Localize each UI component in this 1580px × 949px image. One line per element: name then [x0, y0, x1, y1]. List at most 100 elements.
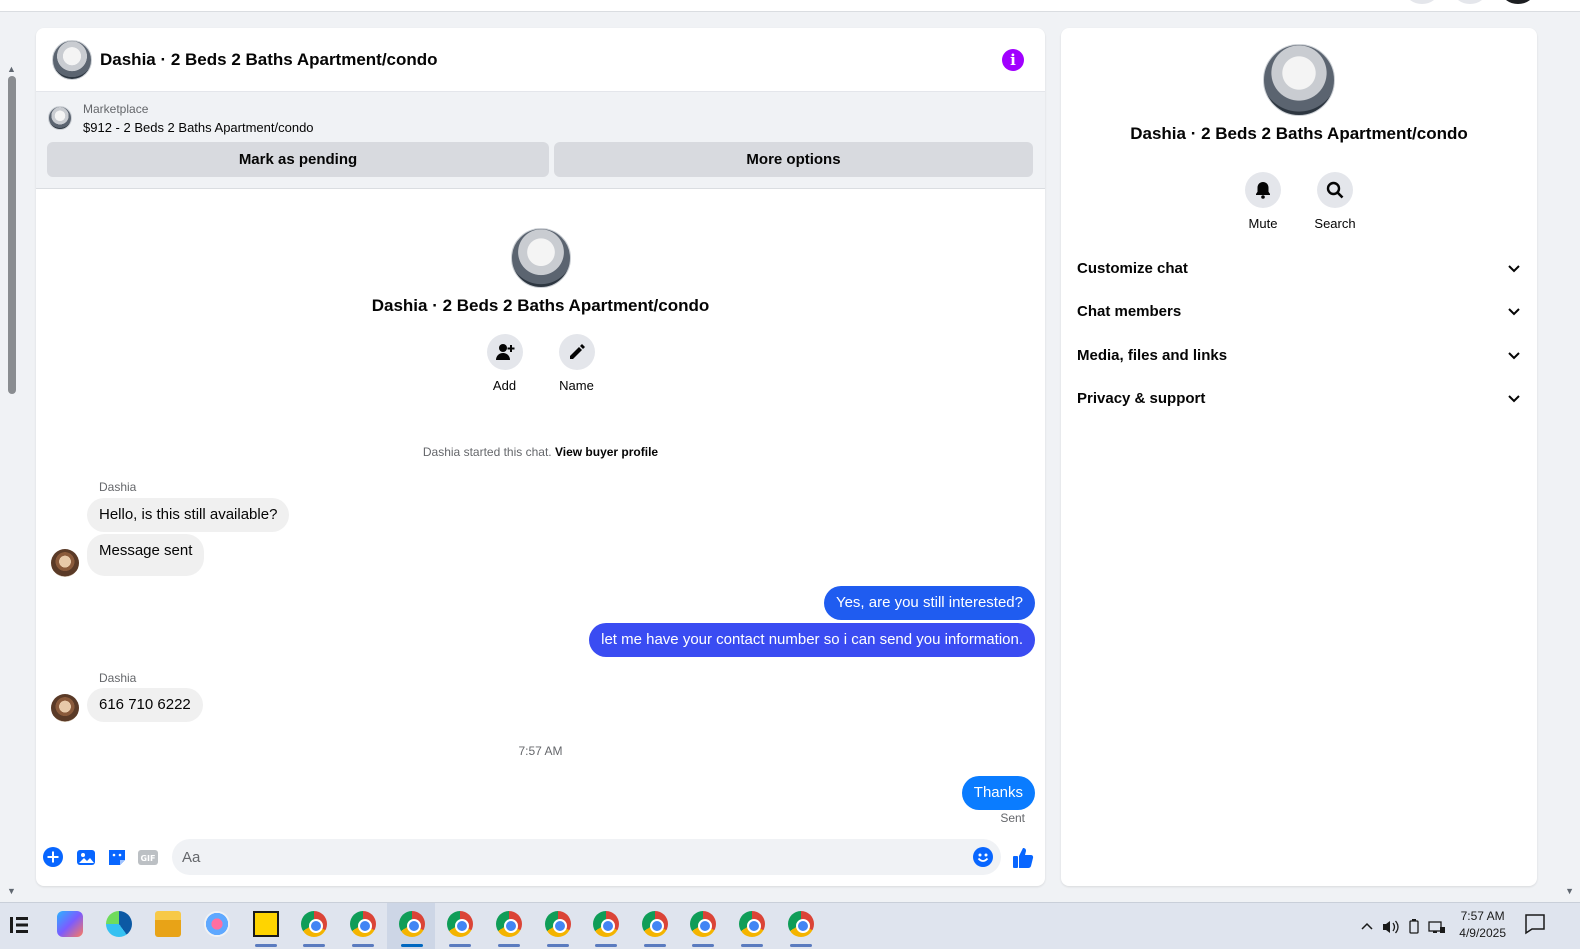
- clock-time: 7:57 AM: [1460, 909, 1505, 923]
- copilot-icon[interactable]: [57, 911, 83, 937]
- add-label: Add: [492, 378, 517, 393]
- system-clock[interactable]: 7:57 AM 4/9/2025: [1459, 908, 1506, 942]
- svg-text:GIF: GIF: [140, 854, 155, 863]
- right-scroll-down-arrow-icon[interactable]: ▼: [1565, 886, 1574, 896]
- network-icon[interactable]: [1428, 919, 1446, 935]
- plus-icon[interactable]: [43, 847, 63, 867]
- chevron-down-icon: [1508, 265, 1520, 273]
- message-sender: Dashia: [99, 671, 137, 685]
- message-bubble-incoming[interactable]: Hello, is this still available?: [87, 498, 290, 532]
- top-menu-button[interactable]: [1406, 0, 1438, 4]
- section-chat-members[interactable]: Chat members: [1077, 291, 1521, 331]
- message-bubble-outgoing[interactable]: let me have your contact number so i can…: [589, 623, 1035, 657]
- chrome-window-icon[interactable]: [350, 911, 376, 937]
- message-input[interactable]: [172, 839, 952, 875]
- chrome-window-icon[interactable]: [301, 911, 327, 937]
- message-bubble-outgoing[interactable]: Yes, are you still interested?: [823, 586, 1035, 620]
- section-media-files-links[interactable]: Media, files and links: [1077, 335, 1521, 375]
- listing-thumbnail[interactable]: [48, 106, 72, 130]
- section-label: Media, files and links: [1077, 346, 1228, 364]
- add-person-icon: [486, 334, 523, 370]
- section-label: Privacy & support: [1077, 389, 1206, 407]
- message-bubble-incoming[interactable]: Message sent: [87, 534, 205, 576]
- chrome-window-icon-active[interactable]: [399, 911, 425, 937]
- search-icon: [1317, 172, 1353, 208]
- photo-icon[interactable]: [76, 847, 96, 867]
- chevron-up-icon[interactable]: [1360, 920, 1374, 934]
- battery-plug-icon[interactable]: [1406, 918, 1422, 935]
- message-bubble-incoming[interactable]: 616 710 6222: [87, 688, 203, 722]
- message-bubble-outgoing[interactable]: Thanks: [961, 776, 1035, 810]
- task-view-icon[interactable]: [8, 915, 30, 935]
- info-avatar[interactable]: [1263, 44, 1335, 116]
- marketplace-label: Marketplace: [83, 102, 149, 116]
- rename-button[interactable]: Name: [558, 334, 595, 393]
- chat-panel: Dashia · 2 Beds 2 Baths Apartment/condo …: [36, 28, 1045, 886]
- chrome-window-icon[interactable]: [593, 911, 619, 937]
- emoji-icon[interactable]: [973, 847, 993, 867]
- chat-header: Dashia · 2 Beds 2 Baths Apartment/condo …: [36, 28, 1045, 92]
- mute-label: Mute: [1248, 216, 1278, 231]
- listing-avatar[interactable]: [52, 39, 92, 80]
- section-privacy-support[interactable]: Privacy & support: [1077, 378, 1521, 418]
- view-buyer-profile-link[interactable]: View buyer profile: [555, 445, 658, 459]
- more-options-button[interactable]: More options: [554, 142, 1033, 177]
- gif-icon[interactable]: GIF: [138, 847, 158, 867]
- message-composer: GIF: [36, 836, 1045, 880]
- bell-icon: [1245, 172, 1281, 208]
- search-label: Search: [1314, 216, 1356, 231]
- sender-avatar[interactable]: [51, 694, 79, 722]
- chevron-down-icon: [1508, 352, 1520, 360]
- notification-center-icon[interactable]: [1524, 913, 1546, 935]
- sticker-icon[interactable]: [107, 847, 127, 867]
- message-timestamp: 7:57 AM: [518, 744, 563, 758]
- chat-title[interactable]: Dashia · 2 Beds 2 Baths Apartment/condo: [100, 50, 438, 70]
- top-notifications-button[interactable]: [1454, 0, 1486, 4]
- chrome-window-icon[interactable]: [642, 911, 668, 937]
- chrome-window-icon[interactable]: [545, 911, 571, 937]
- sent-status: Sent: [1000, 811, 1025, 825]
- name-label: Name: [559, 378, 594, 393]
- section-customize-chat[interactable]: Customize chat: [1077, 248, 1521, 288]
- marketplace-bar: Marketplace $912 - 2 Beds 2 Baths Apartm…: [36, 92, 1045, 189]
- page-scrollbar[interactable]: ▲ ▼: [4, 60, 18, 896]
- chrome-window-icon[interactable]: [690, 911, 716, 937]
- scrollbar-thumb[interactable]: [8, 76, 16, 394]
- windows-taskbar: 7:57 AM 4/9/2025: [0, 902, 1580, 949]
- listing-price-title[interactable]: $912 - 2 Beds 2 Baths Apartment/condo: [83, 120, 314, 135]
- chevron-down-icon: [1508, 308, 1520, 316]
- message-input-wrapper: [172, 839, 1001, 875]
- info-icon[interactable]: i: [1002, 49, 1024, 71]
- chrome-window-icon[interactable]: [739, 911, 765, 937]
- system-tray: [1360, 903, 1446, 949]
- intro-title: Dashia · 2 Beds 2 Baths Apartment/condo: [371, 296, 710, 315]
- chrome-window-icon[interactable]: [788, 911, 814, 937]
- mark-as-pending-button[interactable]: Mark as pending: [47, 142, 549, 177]
- search-in-conversation-button[interactable]: Search: [1314, 172, 1356, 231]
- intro-avatar: [510, 228, 571, 288]
- chevron-down-icon: [1508, 395, 1520, 403]
- clock-date: 4/9/2025: [1459, 926, 1506, 940]
- section-label: Chat members: [1077, 302, 1182, 320]
- pencil-icon: [558, 334, 595, 370]
- chrome-window-icon[interactable]: [496, 911, 522, 937]
- chat-intro: Dashia · 2 Beds 2 Baths Apartment/condo …: [36, 228, 1045, 393]
- thumbs-up-icon[interactable]: [1012, 847, 1034, 869]
- started-text: Dashia started this chat.: [422, 445, 552, 459]
- scroll-down-arrow-icon[interactable]: ▼: [7, 886, 16, 896]
- file-explorer-icon[interactable]: [155, 911, 181, 937]
- chrome-window-icon[interactable]: [447, 911, 473, 937]
- paint-app-icon[interactable]: [204, 911, 230, 937]
- volume-icon[interactable]: [1382, 919, 1400, 935]
- section-label: Customize chat: [1077, 259, 1188, 277]
- sticky-notes-icon[interactable]: [253, 911, 279, 937]
- conversation-info-panel: Dashia · 2 Beds 2 Baths Apartment/condo …: [1061, 28, 1537, 886]
- chat-started-notice: Dashia started this chat. View buyer pro…: [36, 445, 1045, 459]
- top-account-avatar[interactable]: [1502, 0, 1534, 4]
- scroll-up-arrow-icon[interactable]: ▲: [7, 64, 16, 74]
- edge-browser-icon[interactable]: [106, 911, 132, 937]
- info-title: Dashia · 2 Beds 2 Baths Apartment/condo: [1130, 124, 1468, 143]
- sender-avatar[interactable]: [51, 549, 79, 577]
- mute-button[interactable]: Mute: [1245, 172, 1281, 231]
- add-person-button[interactable]: Add: [486, 334, 523, 393]
